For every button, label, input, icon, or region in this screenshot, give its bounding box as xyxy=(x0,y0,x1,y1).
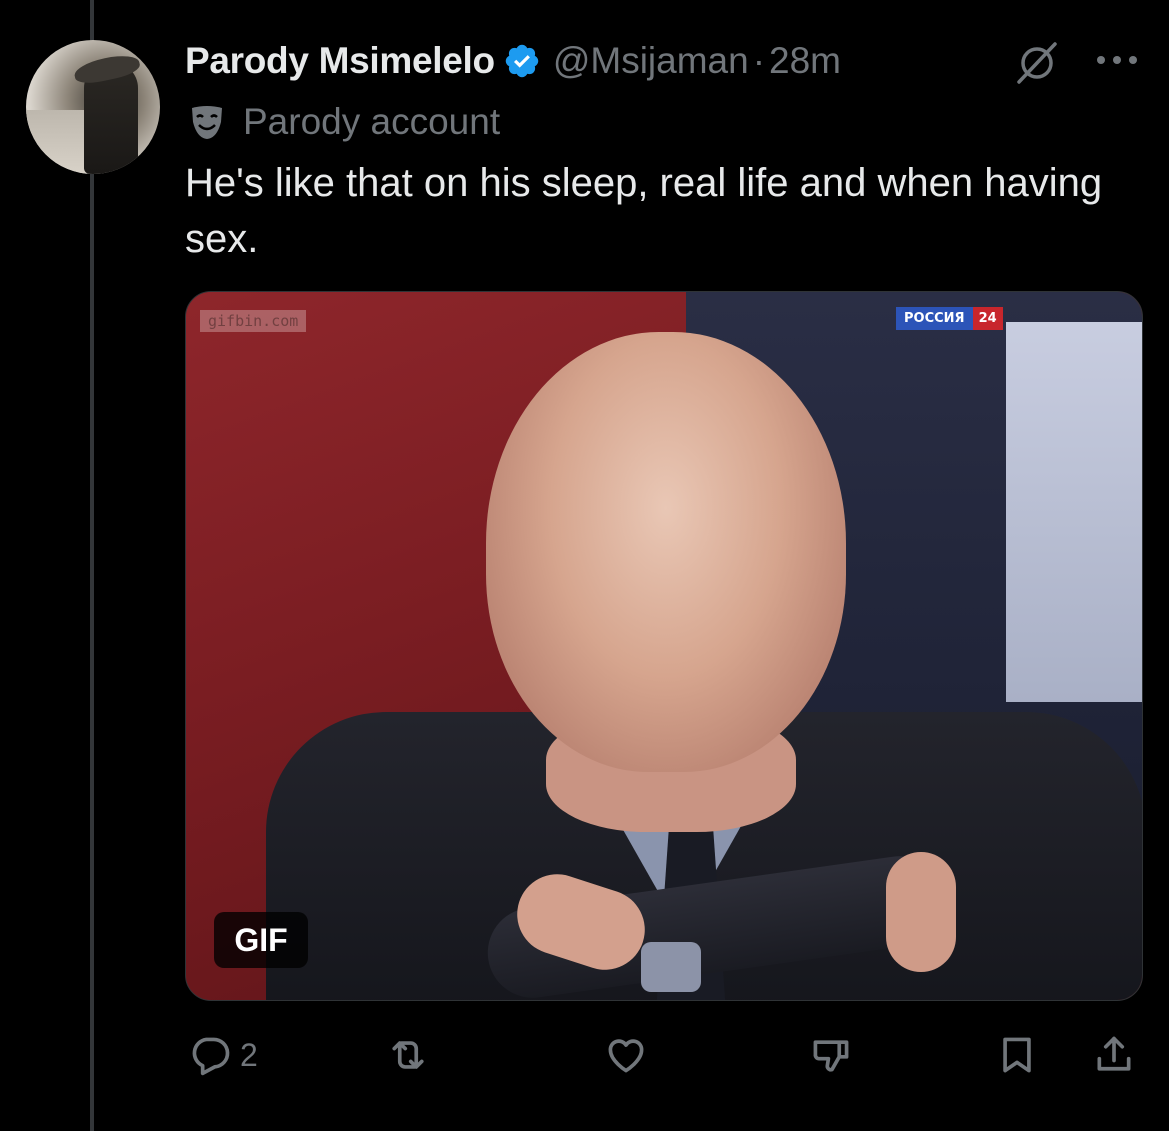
author-name[interactable]: Parody Msimelelo xyxy=(185,40,495,82)
tweet-text: He's like that on his sleep, real life a… xyxy=(185,161,1103,261)
reply-count: 2 xyxy=(240,1036,258,1073)
timestamp[interactable]: 28m xyxy=(769,40,841,82)
more-icon[interactable] xyxy=(1093,50,1141,70)
heart-icon xyxy=(608,1039,644,1073)
reply-icon xyxy=(192,1037,230,1076)
tweet-actions: 2 xyxy=(0,1030,1169,1080)
media-hand-right xyxy=(886,852,956,972)
repost-button[interactable] xyxy=(386,1030,430,1080)
tweet-header: Parody Msimelelo @Msijaman · 28m xyxy=(185,36,841,86)
avatar-background xyxy=(26,110,86,174)
downvote-button[interactable] xyxy=(809,1030,853,1080)
reply-button[interactable]: 2 xyxy=(188,1030,258,1080)
bookmark-button[interactable] xyxy=(995,1030,1039,1080)
bookmark-icon xyxy=(1003,1037,1031,1073)
media-watermark: gifbin.com xyxy=(200,310,307,332)
parody-label: Parody account xyxy=(243,101,501,142)
grok-icon[interactable] xyxy=(1013,42,1061,84)
gif-badge[interactable]: GIF xyxy=(214,912,308,968)
verified-badge-icon[interactable] xyxy=(503,42,541,80)
channel-number: 24 xyxy=(972,306,1003,330)
avatar[interactable] xyxy=(26,40,160,174)
like-button[interactable] xyxy=(604,1030,648,1080)
media-bg-shirt xyxy=(1006,322,1142,702)
media-head xyxy=(486,332,846,772)
repost-icon xyxy=(392,1041,424,1069)
separator-dot: · xyxy=(752,40,766,81)
channel-logo: РОССИЯ 24 xyxy=(896,304,1003,332)
gif-media[interactable]: gifbin.com РОССИЯ 24 GIF xyxy=(185,291,1143,1001)
share-button[interactable] xyxy=(1092,1030,1136,1080)
parody-mask-icon xyxy=(192,106,222,139)
channel-name: РОССИЯ xyxy=(896,306,973,330)
share-icon xyxy=(1097,1036,1131,1071)
downvote-icon xyxy=(813,1040,849,1072)
media-watch xyxy=(641,942,701,992)
parody-label-row: Parody account xyxy=(187,98,500,146)
author-handle[interactable]: @Msijaman xyxy=(553,40,749,82)
